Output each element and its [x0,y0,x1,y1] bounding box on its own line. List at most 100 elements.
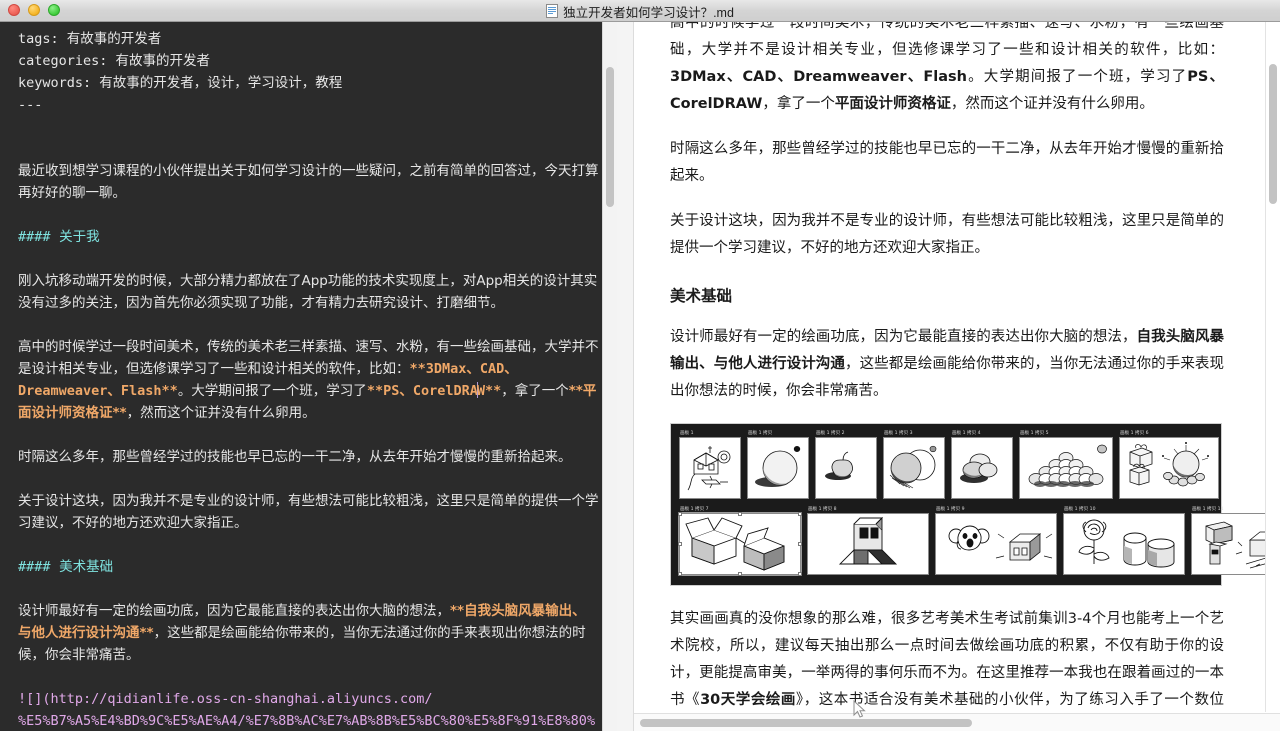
frontmatter-tags: tags: 有故事的开发者 [18,31,162,47]
preview-paragraph-2: 时隔这么多年，那些曾经学过的技能也早已忘的一干二净，从去年开始才慢慢的重新拾起来… [670,141,1224,184]
editor-blank-line [18,314,599,336]
markdown-editor-window: 独立开发者如何学习设计？.md date: 2018-01-15 13:20:4… [0,0,1280,731]
editor-vertical-scrollbar[interactable] [602,22,617,731]
editor-heading-hashes: #### [18,229,51,245]
traffic-light-group [8,4,60,16]
selection-handle[interactable] [678,542,682,546]
editor-scrollbar-thumb[interactable] [606,67,614,207]
window-title-text: 独立开发者如何学习设计？.md [563,5,734,20]
artboard-cell: 画板 1 [679,430,741,499]
artboard-cell: 画板 1 拷贝 10 [1063,506,1185,575]
preview-paragraph-4: 设计师最好有一定的绘画功底，因为它最能直接的表达出你大脑的想法，自我头脑风暴输出… [670,324,1224,405]
selection-handle[interactable] [678,512,682,516]
artboard-label: 画板 1 拷贝 10 [1064,507,1096,512]
preview-p1-d: ，然而这个证并没有什么卵用。 [950,96,1154,112]
preview-p1-b: 。大学期间报了一个班，学习了 [966,69,1188,85]
editor-heading-about-me: 关于我 [59,229,100,245]
frontmatter-categories: categories: 有故事的开发者 [18,53,211,69]
editor-heading-art-basics: 美术基础 [59,559,114,575]
artboard-sketches-image: 画板 1 画板 1 拷贝 画板 1 拷贝 2 画板 1 拷贝 3 画板 1 拷贝… [670,423,1280,586]
preview-paragraph-1: 高中的时候学过一段时间美术，传统的美术老三样素描、速写、水粉，有一些绘画基础，大… [670,22,1224,118]
sketch-gifts-and-balloon [1119,437,1219,499]
sketch-egg-pyramid [1019,437,1113,499]
selection-handle[interactable] [798,512,802,516]
preview-p1-bold-software: 3DMax、CAD、Dreamweaver、Flash [670,69,967,85]
preview-p5-bold-book: 30天学会绘画 [700,692,796,708]
markdown-source-editor[interactable]: date: 2018-01-15 13:20:48 tags: 有故事的开发者 … [0,22,617,731]
preview-p1-bold-cert: 平面设计师资格证 [834,96,951,112]
sketch-sphere-shadow [747,437,809,499]
sketch-stones [951,437,1013,499]
artboard-label: 画板 1 拷贝 3 [884,431,913,436]
artboard-cell: 画板 1 拷贝 6 [1119,430,1219,499]
preview-p1-c: ，拿了一个 [762,96,835,112]
editor-heading-hashes: #### [18,559,51,575]
editor-blank-line [18,248,599,270]
preview-p4-a: 设计师最好有一定的绘画功底，因为它最能直接的表达出你大脑的想法， [670,329,1137,345]
artboard-row-1: 画板 1 画板 1 拷贝 画板 1 拷贝 2 画板 1 拷贝 3 画板 1 拷贝… [679,430,1219,499]
selection-handle[interactable] [738,572,742,576]
editor-p2-text-b: 。大学期间报了一个班，学习了 [177,383,367,399]
sketch-open-boxes [678,512,802,576]
selection-handle[interactable] [678,572,682,576]
artboard-label: 画板 1 拷贝 9 [936,507,965,512]
selection-handle[interactable] [798,542,802,546]
selection-handle[interactable] [738,512,742,516]
artboard-cell: 画板 1 拷贝 3 [883,430,945,499]
artboard-label: 画板 1 拷贝 5 [1020,431,1049,436]
editor-intro-paragraph: 最近收到想学习课程的小伙伴提出关于如何学习设计的一些疑问，之前有简单的回答过，今… [18,163,599,201]
artboard-cell: 画板 1 拷贝 9 [935,506,1057,575]
frontmatter-keywords: keywords: 有故事的开发者，设计，学习设计，教程 [18,75,343,91]
artboard-row-2: 画板 1 拷贝 7 画板 1 拷贝 8 画板 1 拷贝 9 画板 1 拷贝 10… [678,506,1280,576]
editor-blank-line [18,138,599,160]
sketch-blocks-ramp [807,513,929,575]
markdown-preview[interactable]: 高中的时候学过一段时间美术，传统的美术老三样素描、速写、水粉，有一些绘画基础，大… [634,22,1280,731]
split-panes: date: 2018-01-15 13:20:48 tags: 有故事的开发者 … [0,22,1280,731]
editor-blank-line [18,116,599,138]
artboard-cell: 画板 1 拷贝 2 [815,430,877,499]
document-icon [546,4,559,18]
editor-blank-line [18,468,599,490]
artboard-label: 画板 1 拷贝 4 [952,431,981,436]
pane-divider[interactable] [617,22,634,731]
artboard-label: 画板 1 拷贝 [748,431,773,436]
artboard-label: 画板 1 拷贝 8 [808,507,837,512]
editor-paragraph-4: 关于设计这块，因为我并不是专业的设计师，有些想法可能比较粗浅，这里只是简单的提供… [18,493,599,531]
editor-blank-line [18,666,599,688]
preview-heading-art-basics: 美术基础 [670,287,733,305]
window-titlebar[interactable]: 独立开发者如何学习设计？.md [0,0,1280,22]
editor-p2-bold-ps-a: **PS、CorelDRA [366,383,478,399]
editor-blank-line [18,204,599,226]
editor-text-content[interactable]: date: 2018-01-15 13:20:48 tags: 有故事的开发者 … [0,22,617,731]
artboard-cell: 画板 1 拷贝 8 [807,506,929,575]
artboard-cell: 画板 1 拷贝 [747,430,809,499]
selection-handle[interactable] [798,572,802,576]
preview-paragraph-3: 关于设计这块，因为我并不是专业的设计师，有些想法可能比较粗浅，这里只是简单的提供… [670,213,1224,256]
editor-paragraph-2: 高中的时候学过一段时间美术，传统的美术老三样素描、速写、水粉，有一些绘画基础，大… [18,336,599,424]
artboard-cell: 画板 1 拷贝 5 [1019,430,1113,499]
editor-paragraph-1: 刚入坑移动端开发的时候，大部分精力都放在了App功能的技术实现度上，对App相关… [18,273,598,311]
preview-content: 高中的时候学过一段时间美术，传统的美术老三样素描、速写、水粉，有一些绘画基础，大… [634,22,1280,731]
preview-horizontal-scrollbar[interactable] [634,713,1280,731]
sketch-two-spheres [883,437,945,499]
preview-p1-a: 高中的时候学过一段时间美术，传统的美术老三样素描、速写、水粉，有一些绘画基础，大… [670,22,1224,58]
editor-paragraph-3: 时隔这么多年，那些曾经学过的技能也早已忘的一干二净，从去年开始才慢慢的重新拾起来… [18,449,572,465]
sketch-house-plane [679,437,741,499]
editor-p2-bold-ps-b: W** [476,383,502,399]
editor-blank-line [18,578,599,600]
window-title-group: 独立开发者如何学习设计？.md [0,0,1280,22]
preview-hscrollbar-thumb[interactable] [640,719,972,727]
artboard-label: 画板 1 [680,431,694,436]
editor-p2-text-c: ，拿了一个 [501,383,569,399]
preview-vertical-scrollbar[interactable] [1265,22,1280,712]
close-window-button[interactable] [8,4,20,16]
editor-blank-line [18,534,599,556]
preview-scrollbar-thumb[interactable] [1269,64,1277,204]
editor-p5-text-a: 设计师最好有一定的绘画功底，因为它最能直接的表达出你大脑的想法， [18,603,450,619]
artboard-cell-selected: 画板 1 拷贝 7 [678,506,802,576]
artboard-label: 画板 1 拷贝 2 [816,431,845,436]
sketch-koala-and-house [935,513,1057,575]
artboard-label: 画板 1 拷贝 6 [1120,431,1149,436]
maximize-window-button[interactable] [48,4,60,16]
minimize-window-button[interactable] [28,4,40,16]
